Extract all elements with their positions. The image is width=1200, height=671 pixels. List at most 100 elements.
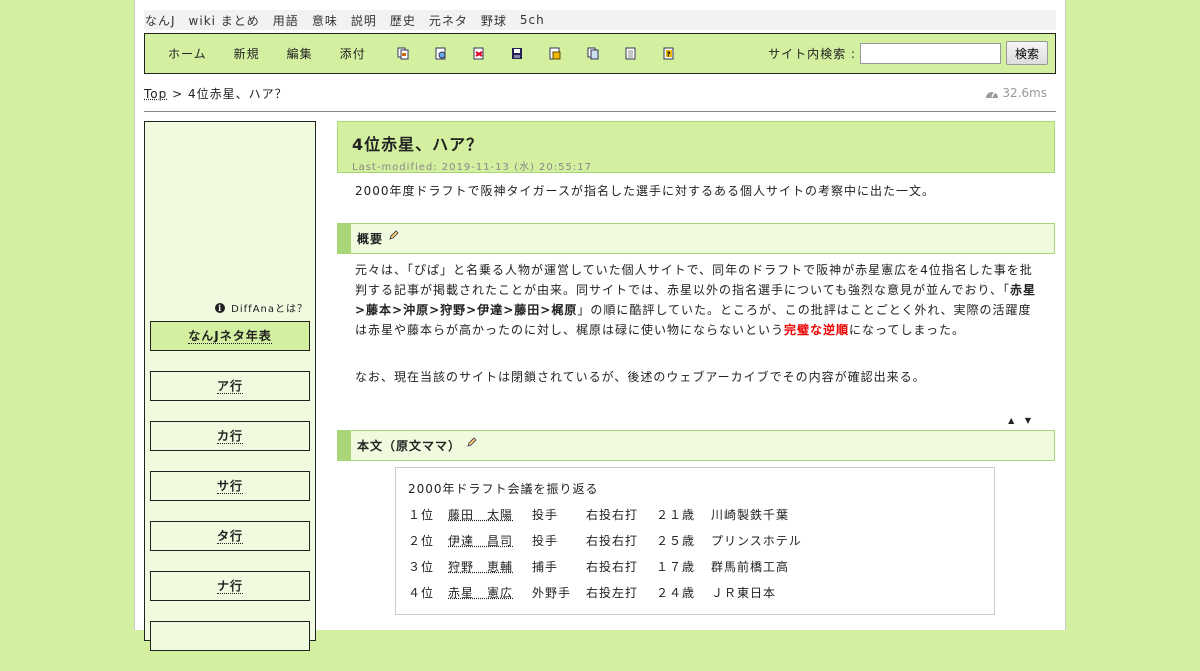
- help-icon[interactable]: ?: [663, 47, 675, 60]
- player-name-link[interactable]: 赤星 憲広: [448, 580, 532, 606]
- player-name-link[interactable]: 狩野 恵輔: [448, 554, 532, 580]
- search-input[interactable]: [860, 42, 1001, 64]
- breadcrumb: Top > 4位赤星、ハア？: [144, 85, 288, 102]
- table-cell: １７歳: [656, 560, 696, 574]
- breadcrumb-top-link[interactable]: Top: [144, 87, 167, 101]
- intro-text: 2000年度ドラフトで阪神タイガースが指名した選手に対するある個人サイトの考察中…: [355, 184, 935, 198]
- backup-icon[interactable]: [473, 47, 485, 60]
- player-name-link[interactable]: 伊達 昌司: [448, 528, 532, 554]
- player-name: 赤星 憲広: [448, 586, 514, 600]
- header-divider: [144, 111, 1056, 112]
- overview-text-a: 元々は、「ぴぱ」と名乗る人物が運営していた個人サイトで、同年のドラフトで阪神が赤…: [355, 263, 1033, 297]
- topnav-link[interactable]: 元ネタ: [429, 12, 468, 29]
- table-cell: ２１歳: [656, 508, 696, 522]
- topnav-link[interactable]: 歴史: [390, 12, 416, 29]
- table-cell: 右投左打: [586, 586, 639, 600]
- title-box: 4位赤星、ハア？ Last-modified: 2019-11-13 (水) 2…: [337, 121, 1055, 173]
- site-search: サイト内検索 : 検索: [768, 41, 1048, 65]
- diffana-label: DiffAnaとは？: [231, 304, 308, 315]
- table-cell: 投手: [532, 534, 559, 548]
- table-cell: 外野手: [532, 586, 572, 600]
- sidebar-item-na-row[interactable]: ナ行: [150, 571, 310, 601]
- quote-title: 2000年ドラフト会議を振り返る: [408, 482, 599, 496]
- section-nav-arrows[interactable]: ▲ ▼: [337, 416, 1057, 430]
- pencil-icon[interactable]: [389, 229, 399, 240]
- table-cell: １位: [408, 508, 435, 522]
- overview-highlight: 完璧な逆順: [784, 323, 850, 337]
- overview-paragraph: 元々は、「ぴぱ」と名乗る人物が運営していた個人サイトで、同年のドラフトで阪神が赤…: [337, 260, 1057, 340]
- table-cell: 右投右打: [586, 534, 639, 548]
- toolbar: ホーム 新規 編集 添付 ? サイト内検索 : 検索: [144, 33, 1056, 74]
- render-time-value: 32.6ms: [1002, 86, 1047, 100]
- section-heading-body: 本文（原文ママ）: [337, 430, 1055, 461]
- sidebar-item-label: ナ行: [216, 579, 243, 594]
- sidebar-item-label: なんJネタ年表: [188, 329, 272, 344]
- sidebar-item-label: サ行: [216, 479, 243, 494]
- sidebar-item-ta-row[interactable]: タ行: [150, 521, 310, 551]
- overview-text-c: になってしまった。: [849, 323, 965, 337]
- quote-rows: １位 藤田 太陽 投手 右投右打 ２１歳 川崎製鉄千葉 ２位 伊達 昌司 投手 右投右打 ２５歳 プリ…: [408, 502, 982, 606]
- main-content: 4位赤星、ハア？ Last-modified: 2019-11-13 (水) 2…: [337, 121, 1057, 615]
- table-row: ４位 赤星 憲広 外野手 右投左打 ２４歳 ＪＲ東日本: [408, 580, 982, 606]
- topnav-link[interactable]: 野球: [481, 12, 507, 29]
- table-cell: 群馬前橋工高: [711, 560, 790, 574]
- player-name: 藤田 太陽: [448, 508, 514, 522]
- pencil-icon[interactable]: [467, 436, 477, 447]
- table-cell: 右投右打: [586, 560, 639, 574]
- sidebar: i DiffAnaとは？ なんJネタ年表 ア行 カ行 サ行 タ行 ナ行: [144, 121, 316, 651]
- last-modified: Last-modified: 2019-11-13 (水) 20:55:17: [352, 162, 592, 173]
- table-cell: 右投右打: [586, 508, 639, 522]
- table-cell: ２位: [408, 534, 435, 548]
- toolbar-link-new[interactable]: 新規: [234, 45, 260, 62]
- sidebar-item-ka-row[interactable]: カ行: [150, 421, 310, 451]
- topnav-link[interactable]: 説明: [351, 12, 377, 29]
- save-icon[interactable]: [511, 47, 523, 60]
- freeze-icon[interactable]: [549, 47, 561, 60]
- toolbar-link-edit[interactable]: 編集: [287, 45, 313, 62]
- sidebar-item-label: タ行: [216, 529, 243, 544]
- page-title: 4位赤星、ハア？: [352, 135, 484, 154]
- table-cell: ２５歳: [656, 534, 696, 548]
- rename-icon[interactable]: [587, 47, 599, 60]
- breadcrumb-separator: >: [167, 87, 188, 101]
- diff-icon[interactable]: [435, 47, 447, 60]
- topnav-link[interactable]: wiki まとめ: [189, 12, 260, 29]
- sidebar-item-timeline[interactable]: なんJネタ年表: [150, 321, 310, 351]
- table-row: １位 藤田 太陽 投手 右投右打 ２１歳 川崎製鉄千葉: [408, 502, 982, 528]
- topnav-link[interactable]: 用語: [273, 12, 299, 29]
- table-cell: ３位: [408, 560, 435, 574]
- table-cell: ４位: [408, 586, 435, 600]
- toolbar-link-home[interactable]: ホーム: [168, 45, 207, 62]
- page-container: なんJ wiki まとめ 用語 意味 説明 歴史 元ネタ 野球 5ch ホーム 新規 編集 添付…: [134, 0, 1066, 651]
- search-button[interactable]: 検索: [1006, 41, 1048, 65]
- toolbar-link-attach[interactable]: 添付: [340, 45, 366, 62]
- sidebar-nav: なんJネタ年表 ア行 カ行 サ行 タ行 ナ行: [150, 321, 310, 671]
- table-cell: プリンスホテル: [711, 534, 802, 548]
- table-cell: 捕手: [532, 560, 559, 574]
- sidebar-item-label: ア行: [216, 379, 243, 394]
- topnav-link[interactable]: 意味: [312, 12, 338, 29]
- sidebar-item-label: カ行: [216, 429, 243, 444]
- sidebar-item-sa-row[interactable]: サ行: [150, 471, 310, 501]
- table-row: ３位 狩野 恵輔 捕手 右投右打 １７歳 群馬前橋工高: [408, 554, 982, 580]
- diffana-link[interactable]: i DiffAnaとは？: [215, 300, 308, 315]
- toolbar-icons: ?: [397, 47, 701, 60]
- copy-icon[interactable]: [397, 47, 409, 60]
- table-row: ２位 伊達 昌司 投手 右投右打 ２５歳 プリンスホテル: [408, 528, 982, 554]
- list-icon[interactable]: [625, 47, 637, 60]
- sidebar-item-a-row[interactable]: ア行: [150, 371, 310, 401]
- table-cell: 投手: [532, 508, 559, 522]
- section-heading-label: 概要: [357, 232, 384, 246]
- section-heading-label: 本文（原文ママ）: [357, 439, 462, 453]
- topnav-link[interactable]: 5ch: [520, 13, 545, 27]
- render-time: 32.6ms: [985, 86, 1047, 100]
- sidebar-item-next[interactable]: [150, 621, 310, 651]
- player-name: 伊達 昌司: [448, 534, 514, 548]
- table-cell: 川崎製鉄千葉: [711, 508, 790, 522]
- player-name-link[interactable]: 藤田 太陽: [448, 502, 532, 528]
- search-label: サイト内検索 :: [768, 46, 856, 61]
- section-heading-overview: 概要: [337, 223, 1055, 254]
- top-nav: なんJ wiki まとめ 用語 意味 説明 歴史 元ネタ 野球 5ch: [144, 10, 1056, 30]
- topnav-link[interactable]: なんJ: [145, 12, 176, 29]
- overview-paragraph-2: なお、現在当該のサイトは閉鎖されているが、後述のウェブアーカイブでその内容が確認…: [355, 370, 926, 384]
